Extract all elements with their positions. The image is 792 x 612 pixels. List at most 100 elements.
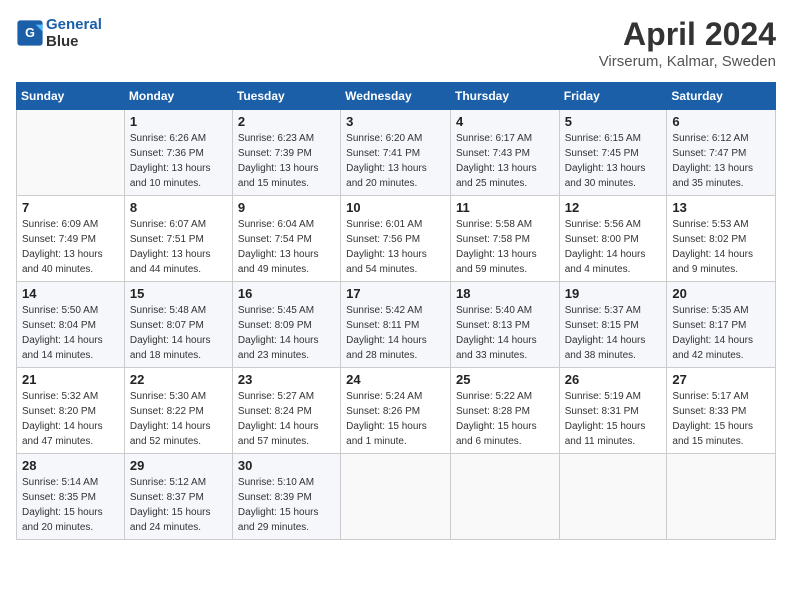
- day-number: 6: [672, 114, 770, 129]
- calendar-cell: [667, 454, 776, 540]
- day-number: 18: [456, 286, 554, 301]
- weekday-header-row: SundayMondayTuesdayWednesdayThursdayFrid…: [17, 83, 776, 110]
- calendar-cell: 19Sunrise: 5:37 AMSunset: 8:15 PMDayligh…: [559, 282, 667, 368]
- calendar-cell: 17Sunrise: 5:42 AMSunset: 8:11 PMDayligh…: [341, 282, 451, 368]
- day-detail: Sunrise: 5:53 AMSunset: 8:02 PMDaylight:…: [672, 217, 770, 277]
- day-number: 10: [346, 200, 445, 215]
- title-block: April 2024 Virserum, Kalmar, Sweden: [599, 16, 776, 70]
- calendar-table: SundayMondayTuesdayWednesdayThursdayFrid…: [16, 82, 776, 540]
- calendar-cell: 28 Sunrise: 5:14 AMSunset: 8:35 PMDayligh…: [17, 454, 125, 540]
- calendar-cell: 16 Sunrise: 5:45 AMSunset: 8:09 PMDayligh…: [232, 282, 340, 368]
- day-detail: Sunrise: 6:12 AMSunset: 7:47 PMDaylight:…: [672, 131, 770, 191]
- day-number: 15: [130, 286, 227, 301]
- calendar-cell: 22 Sunrise: 5:30 AMSunset: 8:22 PMDayligh…: [124, 368, 232, 454]
- logo-blue: Blue: [46, 33, 79, 50]
- calendar-cell: 8 Sunrise: 6:07 AMSunset: 7:51 PMDaylight…: [124, 196, 232, 282]
- day-number: 5: [565, 114, 662, 129]
- calendar-cell: 1 Sunrise: 6:26 AMSunset: 7:36 PMDaylight…: [124, 110, 232, 196]
- calendar-cell: 10 Sunrise: 6:01 AMSunset: 7:56 PMDayligh…: [341, 196, 451, 282]
- day-detail: Sunrise: 6:20 AMSunset: 7:41 PMDaylight:…: [346, 131, 445, 191]
- day-number: 16: [238, 286, 335, 301]
- weekday-header-sunday: Sunday: [17, 83, 125, 110]
- day-detail: Sunrise: 6:01 AMSunset: 7:56 PMDaylight:…: [346, 217, 445, 277]
- weekday-header-friday: Friday: [559, 83, 667, 110]
- calendar-cell: 24Sunrise: 5:24 AMSunset: 8:26 PMDayligh…: [341, 368, 451, 454]
- calendar-cell: 6 Sunrise: 6:12 AMSunset: 7:47 PMDaylight…: [667, 110, 776, 196]
- day-detail: Sunrise: 6:23 AMSunset: 7:39 PMDaylight:…: [238, 131, 335, 191]
- weekday-header-saturday: Saturday: [667, 83, 776, 110]
- day-detail: Sunrise: 5:35 AMSunset: 8:17 PMDaylight:…: [672, 303, 770, 363]
- day-number: 14: [22, 286, 119, 301]
- day-detail: Sunrise: 5:12 AMSunset: 8:37 PMDaylight:…: [130, 475, 227, 535]
- calendar-cell: 3 Sunrise: 6:20 AMSunset: 7:41 PMDaylight…: [341, 110, 451, 196]
- day-number: 9: [238, 200, 335, 215]
- day-detail: Sunrise: 6:26 AMSunset: 7:36 PMDaylight:…: [130, 131, 227, 191]
- weekday-header-monday: Monday: [124, 83, 232, 110]
- day-number: 3: [346, 114, 445, 129]
- day-number: 22: [130, 372, 227, 387]
- day-detail: Sunrise: 5:42 AMSunset: 8:11 PMDaylight:…: [346, 303, 445, 363]
- day-number: 11: [456, 200, 554, 215]
- day-detail: Sunrise: 5:45 AMSunset: 8:09 PMDaylight:…: [238, 303, 335, 363]
- day-number: 20: [672, 286, 770, 301]
- calendar-cell: 11Sunrise: 5:58 AMSunset: 7:58 PMDayligh…: [450, 196, 559, 282]
- day-detail: Sunrise: 5:19 AMSunset: 8:31 PMDaylight:…: [565, 389, 662, 449]
- day-detail: Sunrise: 5:30 AMSunset: 8:22 PMDaylight:…: [130, 389, 227, 449]
- day-detail: Sunrise: 5:37 AMSunset: 8:15 PMDaylight:…: [565, 303, 662, 363]
- day-detail: Sunrise: 5:22 AMSunset: 8:28 PMDaylight:…: [456, 389, 554, 449]
- day-number: 12: [565, 200, 662, 215]
- day-number: 27: [672, 372, 770, 387]
- week-row-3: 14Sunrise: 5:50 AMSunset: 8:04 PMDayligh…: [17, 282, 776, 368]
- day-number: 8: [130, 200, 227, 215]
- day-detail: Sunrise: 6:07 AMSunset: 7:51 PMDaylight:…: [130, 217, 227, 277]
- week-row-1: 1 Sunrise: 6:26 AMSunset: 7:36 PMDaylight…: [17, 110, 776, 196]
- day-number: 13: [672, 200, 770, 215]
- calendar-cell: 27 Sunrise: 5:17 AMSunset: 8:33 PMDayligh…: [667, 368, 776, 454]
- calendar-cell: 25 Sunrise: 5:22 AMSunset: 8:28 PMDayligh…: [450, 368, 559, 454]
- day-detail: Sunrise: 5:14 AMSunset: 8:35 PMDaylight:…: [22, 475, 119, 535]
- calendar-cell: 26 Sunrise: 5:19 AMSunset: 8:31 PMDayligh…: [559, 368, 667, 454]
- calendar-cell: 30Sunrise: 5:10 AMSunset: 8:39 PMDayligh…: [232, 454, 340, 540]
- calendar-cell: 13 Sunrise: 5:53 AMSunset: 8:02 PMDayligh…: [667, 196, 776, 282]
- logo-icon: G: [16, 19, 44, 47]
- calendar-cell: 21Sunrise: 5:32 AMSunset: 8:20 PMDayligh…: [17, 368, 125, 454]
- calendar-cell: 5Sunrise: 6:15 AMSunset: 7:45 PMDaylight…: [559, 110, 667, 196]
- calendar-cell: [450, 454, 559, 540]
- day-detail: Sunrise: 6:09 AMSunset: 7:49 PMDaylight:…: [22, 217, 119, 277]
- calendar-cell: 14Sunrise: 5:50 AMSunset: 8:04 PMDayligh…: [17, 282, 125, 368]
- weekday-header-wednesday: Wednesday: [341, 83, 451, 110]
- day-number: 7: [22, 200, 119, 215]
- day-number: 25: [456, 372, 554, 387]
- calendar-cell: 4 Sunrise: 6:17 AMSunset: 7:43 PMDaylight…: [450, 110, 559, 196]
- day-detail: Sunrise: 5:27 AMSunset: 8:24 PMDaylight:…: [238, 389, 335, 449]
- day-detail: Sunrise: 6:04 AMSunset: 7:54 PMDaylight:…: [238, 217, 335, 277]
- calendar-cell: 18Sunrise: 5:40 AMSunset: 8:13 PMDayligh…: [450, 282, 559, 368]
- day-detail: Sunrise: 5:32 AMSunset: 8:20 PMDaylight:…: [22, 389, 119, 449]
- calendar-cell: [17, 110, 125, 196]
- day-number: 23: [238, 372, 335, 387]
- day-number: 1: [130, 114, 227, 129]
- calendar-cell: 12 Sunrise: 5:56 AMSunset: 8:00 PMDayligh…: [559, 196, 667, 282]
- week-row-4: 21Sunrise: 5:32 AMSunset: 8:20 PMDayligh…: [17, 368, 776, 454]
- svg-text:G: G: [25, 26, 35, 40]
- weekday-header-thursday: Thursday: [450, 83, 559, 110]
- page-header: G General Blue April 2024 Virserum, Kalm…: [16, 16, 776, 70]
- month-title: April 2024: [599, 16, 776, 53]
- day-number: 2: [238, 114, 335, 129]
- week-row-5: 28 Sunrise: 5:14 AMSunset: 8:35 PMDayligh…: [17, 454, 776, 540]
- day-number: 26: [565, 372, 662, 387]
- day-detail: Sunrise: 5:10 AMSunset: 8:39 PMDaylight:…: [238, 475, 335, 535]
- day-number: 29: [130, 458, 227, 473]
- calendar-cell: 23 Sunrise: 5:27 AMSunset: 8:24 PMDayligh…: [232, 368, 340, 454]
- week-row-2: 7 Sunrise: 6:09 AMSunset: 7:49 PMDaylight…: [17, 196, 776, 282]
- calendar-cell: 7 Sunrise: 6:09 AMSunset: 7:49 PMDaylight…: [17, 196, 125, 282]
- day-number: 4: [456, 114, 554, 129]
- calendar-cell: [341, 454, 451, 540]
- day-detail: Sunrise: 5:56 AMSunset: 8:00 PMDaylight:…: [565, 217, 662, 277]
- logo: G General Blue: [16, 16, 102, 50]
- day-detail: Sunrise: 6:17 AMSunset: 7:43 PMDaylight:…: [456, 131, 554, 191]
- day-number: 28: [22, 458, 119, 473]
- day-detail: Sunrise: 5:17 AMSunset: 8:33 PMDaylight:…: [672, 389, 770, 449]
- day-detail: Sunrise: 5:48 AMSunset: 8:07 PMDaylight:…: [130, 303, 227, 363]
- logo-general: General: [46, 16, 102, 33]
